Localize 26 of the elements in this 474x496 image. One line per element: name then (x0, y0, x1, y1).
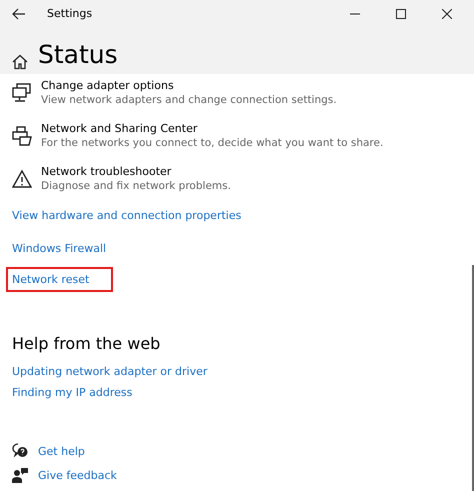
scroll-thumb[interactable] (472, 265, 474, 491)
setting-description: View network adapters and change connection settings. (41, 93, 337, 108)
setting-title[interactable]: Network and Sharing Center (41, 121, 384, 136)
setting-title[interactable]: Change adapter options (41, 78, 337, 93)
chat-question-icon (12, 443, 28, 459)
close-icon[interactable] (442, 8, 452, 18)
back-icon[interactable] (12, 8, 26, 20)
settings-link[interactable]: Windows Firewall (12, 240, 106, 257)
setting-description: Diagnose and fix network problems. (41, 179, 231, 194)
settings-link[interactable]: View hardware and connection properties (12, 207, 242, 224)
printer-folder-icon (12, 126, 32, 146)
home-icon (12, 54, 28, 70)
warning-icon (12, 169, 32, 189)
help-link[interactable]: Finding my IP address (12, 386, 132, 400)
person-feedback-icon (12, 467, 28, 483)
setting-title[interactable]: Network troubleshooter (41, 164, 231, 179)
setting-description: For the networks you connect to, decide what you want to share. (41, 136, 384, 151)
footer-link[interactable]: Get help (38, 444, 85, 458)
help-link[interactable]: Updating network adapter or driver (12, 365, 208, 379)
footer-link[interactable]: Give feedback (38, 468, 117, 482)
computer-monitor-icon (12, 83, 32, 103)
section-heading: Help from the web (12, 334, 162, 353)
page-title: Status (38, 40, 118, 70)
window-title: Settings (47, 7, 92, 20)
maximize-icon[interactable] (396, 8, 406, 18)
settings-link[interactable]: Network reset (8, 269, 112, 290)
